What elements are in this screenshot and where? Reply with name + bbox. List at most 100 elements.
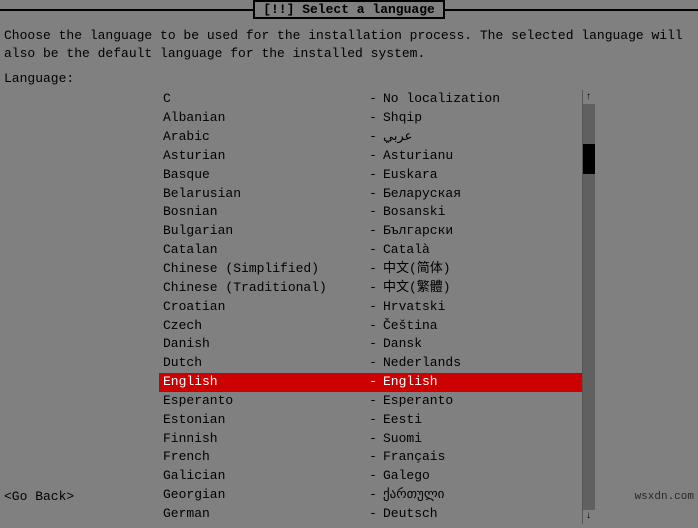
lang-dash: - bbox=[363, 185, 383, 204]
lang-native: Čeština bbox=[383, 317, 438, 336]
lang-name: Galician bbox=[163, 467, 363, 486]
list-item[interactable]: Chinese (Traditional)-中文(繁體) bbox=[159, 279, 582, 298]
lang-dash: - bbox=[363, 109, 383, 128]
lang-name: Belarusian bbox=[163, 185, 363, 204]
lang-dash: - bbox=[363, 241, 383, 260]
lang-dash: - bbox=[363, 203, 383, 222]
title-line-right bbox=[445, 9, 698, 11]
list-item[interactable]: Asturian-Asturianu bbox=[159, 147, 582, 166]
lang-native: Dansk bbox=[383, 335, 422, 354]
lang-name: Bosnian bbox=[163, 203, 363, 222]
list-item[interactable]: Estonian-Eesti bbox=[159, 411, 582, 430]
lang-native: Bosanski bbox=[383, 203, 445, 222]
lang-native: Asturianu bbox=[383, 147, 453, 166]
list-item[interactable]: Albanian-Shqip bbox=[159, 109, 582, 128]
lang-name: Basque bbox=[163, 166, 363, 185]
description-line2: also be the default language for the ins… bbox=[4, 45, 690, 63]
lang-native: No localization bbox=[383, 90, 500, 109]
lang-name: French bbox=[163, 448, 363, 467]
list-item[interactable]: Bulgarian-Български bbox=[159, 222, 582, 241]
lang-native: Français bbox=[383, 448, 445, 467]
lang-native: Shqip bbox=[383, 109, 422, 128]
lang-native: Esperanto bbox=[383, 392, 453, 411]
lang-dash: - bbox=[363, 260, 383, 279]
dialog-title: [!!] Select a language bbox=[253, 0, 445, 19]
lang-dash: - bbox=[363, 222, 383, 241]
list-item[interactable]: Basque-Euskara bbox=[159, 166, 582, 185]
list-item[interactable]: Danish-Dansk bbox=[159, 335, 582, 354]
main-container: Choose the language to be used for the i… bbox=[0, 23, 698, 528]
list-item[interactable]: Catalan-Català bbox=[159, 241, 582, 260]
list-item[interactable]: German-Deutsch bbox=[159, 505, 582, 524]
lang-dash: - bbox=[363, 411, 383, 430]
lang-name: Finnish bbox=[163, 430, 363, 449]
list-item[interactable]: Belarusian-Беларуская bbox=[159, 185, 582, 204]
lang-name: German bbox=[163, 505, 363, 524]
description: Choose the language to be used for the i… bbox=[4, 27, 690, 63]
title-bar: [!!] Select a language bbox=[0, 0, 698, 19]
list-item[interactable]: Finnish-Suomi bbox=[159, 430, 582, 449]
lang-dash: - bbox=[363, 448, 383, 467]
description-line1: Choose the language to be used for the i… bbox=[4, 27, 690, 45]
lang-native: 中文(繁體) bbox=[383, 279, 451, 298]
lang-native: Deutsch bbox=[383, 505, 438, 524]
lang-name: Czech bbox=[163, 317, 363, 336]
list-item[interactable]: C-No localization bbox=[159, 90, 582, 109]
bottom-bar: <Go Back> wsxdn.com bbox=[4, 489, 694, 504]
lang-dash: - bbox=[363, 505, 383, 524]
scroll-thumb bbox=[583, 144, 595, 174]
list-item[interactable]: Croatian-Hrvatski bbox=[159, 298, 582, 317]
lang-dash: - bbox=[363, 147, 383, 166]
scroll-track[interactable] bbox=[583, 104, 595, 509]
lang-name: Asturian bbox=[163, 147, 363, 166]
list-item[interactable]: Arabic-عربي bbox=[159, 128, 582, 147]
lang-name: Albanian bbox=[163, 109, 363, 128]
list-item[interactable]: Dutch-Nederlands bbox=[159, 354, 582, 373]
lang-name: Bulgarian bbox=[163, 222, 363, 241]
lang-dash: - bbox=[363, 317, 383, 336]
list-item[interactable]: Galician-Galego bbox=[159, 467, 582, 486]
lang-name: English bbox=[163, 373, 363, 392]
lang-native: Català bbox=[383, 241, 430, 260]
lang-native: Galego bbox=[383, 467, 430, 486]
scrollbar[interactable]: ↑ ↓ bbox=[582, 90, 594, 523]
language-label: Language: bbox=[4, 71, 690, 86]
lang-name: Chinese (Traditional) bbox=[163, 279, 363, 298]
lang-name: Arabic bbox=[163, 128, 363, 147]
lang-name: Estonian bbox=[163, 411, 363, 430]
lang-name: Croatian bbox=[163, 298, 363, 317]
lang-name: Chinese (Simplified) bbox=[163, 260, 363, 279]
list-area: C-No localizationAlbanian-ShqipArabic-عر… bbox=[159, 90, 594, 523]
lang-native: عربي bbox=[383, 128, 412, 147]
list-item[interactable]: Czech-Čeština bbox=[159, 317, 582, 336]
lang-name: Danish bbox=[163, 335, 363, 354]
lang-dash: - bbox=[363, 430, 383, 449]
list-item[interactable]: Esperanto-Esperanto bbox=[159, 392, 582, 411]
lang-name: Dutch bbox=[163, 354, 363, 373]
scroll-up-arrow[interactable]: ↑ bbox=[583, 90, 595, 104]
lang-dash: - bbox=[363, 128, 383, 147]
list-item[interactable]: English-English bbox=[159, 373, 582, 392]
lang-name: C bbox=[163, 90, 363, 109]
lang-dash: - bbox=[363, 392, 383, 411]
lang-dash: - bbox=[363, 467, 383, 486]
lang-dash: - bbox=[363, 335, 383, 354]
lang-native: Hrvatski bbox=[383, 298, 445, 317]
lang-name: Esperanto bbox=[163, 392, 363, 411]
lang-dash: - bbox=[363, 354, 383, 373]
lang-dash: - bbox=[363, 373, 383, 392]
go-back-button[interactable]: <Go Back> bbox=[4, 489, 74, 504]
language-list[interactable]: C-No localizationAlbanian-ShqipArabic-عر… bbox=[159, 90, 582, 523]
watermark: wsxdn.com bbox=[635, 491, 694, 503]
list-item[interactable]: Bosnian-Bosanski bbox=[159, 203, 582, 222]
list-item[interactable]: French-Français bbox=[159, 448, 582, 467]
lang-native: Беларуская bbox=[383, 185, 461, 204]
lang-native: English bbox=[383, 373, 438, 392]
lang-native: Nederlands bbox=[383, 354, 461, 373]
lang-native: Български bbox=[383, 222, 453, 241]
lang-dash: - bbox=[363, 90, 383, 109]
list-item[interactable]: Chinese (Simplified)-中文(简体) bbox=[159, 260, 582, 279]
lang-dash: - bbox=[363, 166, 383, 185]
scroll-down-arrow[interactable]: ↓ bbox=[583, 510, 595, 524]
title-line-left bbox=[0, 9, 253, 11]
